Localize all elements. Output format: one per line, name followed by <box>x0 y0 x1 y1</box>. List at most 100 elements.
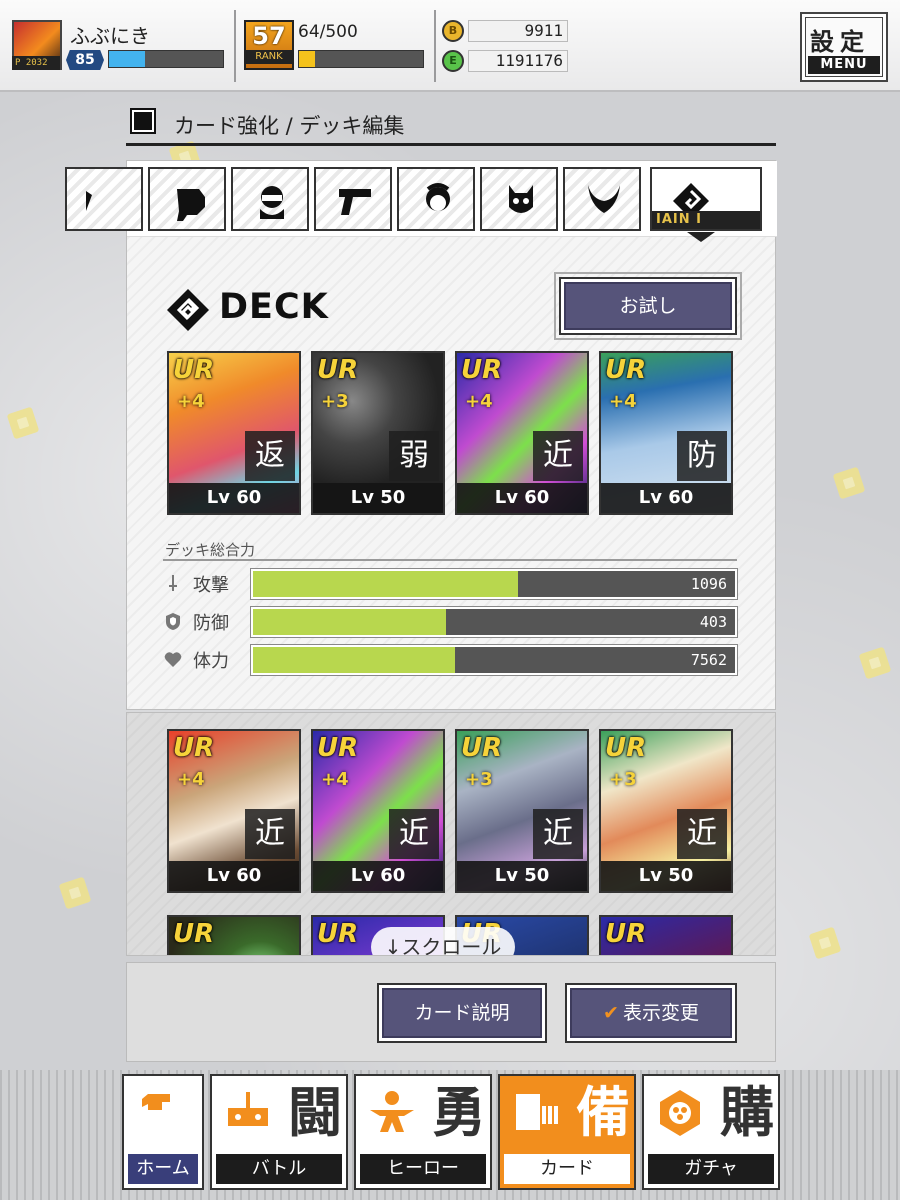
nav-hero[interactable]: 勇ヒーロー <box>354 1074 492 1190</box>
b-coin-icon: B <box>442 20 464 42</box>
sword-icon <box>169 575 177 591</box>
card-rarity: UR <box>317 733 359 763</box>
stat-value: 1096 <box>690 575 727 593</box>
card-type: 近 <box>533 809 583 859</box>
deck-title: DECK <box>219 287 329 327</box>
card-rarity: UR <box>173 355 215 385</box>
card-rarity: UR <box>317 919 359 949</box>
card-plus: +4 <box>177 769 205 790</box>
stat-bar: 7562 <box>250 644 738 676</box>
card-plus: +3 <box>465 769 493 790</box>
card-plus: +3 <box>321 391 349 412</box>
tab-demon-face[interactable] <box>480 167 558 231</box>
deck-logo-icon <box>167 289 209 331</box>
change-view-button[interactable]: ✔ 表示変更 <box>565 983 737 1043</box>
hero-icon <box>370 1091 414 1132</box>
divider <box>163 559 737 561</box>
nav-home[interactable]: ホーム <box>122 1074 204 1190</box>
card-rarity: UR <box>173 919 215 949</box>
card-tile[interactable]: UR +3 近 Lv 50 <box>455 729 589 893</box>
card-rarity: UR <box>605 919 647 949</box>
tab-label: IAIN I <box>652 211 760 229</box>
card-plus: +4 <box>465 391 493 412</box>
tab-gun[interactable] <box>314 167 392 231</box>
card-tile[interactable]: UR +4 近 Lv 60 <box>311 729 445 893</box>
currency-e-amount: 1191176 <box>468 50 568 72</box>
page-title-bar: カード強化 / デッキ編集 <box>126 104 776 146</box>
masked-face-icon <box>260 186 284 219</box>
fist-icon <box>177 189 205 221</box>
stamina-bar-fill <box>299 51 315 67</box>
avatar[interactable]: P 2032 <box>12 20 62 70</box>
gun-icon <box>339 189 371 215</box>
menu-label: MENU <box>808 56 880 74</box>
card-list[interactable]: UR +4 近 Lv 60 UR +4 近 Lv 60 UR +3 近 Lv 50 UR +3 近 Lv 50… <box>126 712 776 956</box>
card-level: Lv 60 <box>169 483 299 513</box>
card-rarity: UR <box>317 355 359 385</box>
card-tile[interactable]: UR +4 防 Lv 60 <box>599 351 733 515</box>
stat-bar-fill <box>253 609 446 635</box>
stat-value: 7562 <box>690 651 727 669</box>
e-coin-icon: E <box>442 50 464 72</box>
card-type: 近 <box>389 809 439 859</box>
nav-kanji: 購 <box>720 1081 774 1144</box>
card-level: Lv 50 <box>313 483 443 513</box>
nav-kanji: 闘 <box>288 1081 342 1144</box>
stat-value: 403 <box>699 613 727 631</box>
card-tile[interactable]: UR +4 近 Lv 60 <box>455 351 589 515</box>
nav-label: ヒーロー <box>360 1154 486 1184</box>
card-level: Lv 60 <box>457 483 587 513</box>
gacha-icon <box>660 1090 700 1136</box>
card-tile[interactable]: UR +3 近 Lv 50 <box>599 729 733 893</box>
stats-title: デッキ総合力 <box>165 541 256 559</box>
tab-horned-mask[interactable] <box>563 167 641 231</box>
tab-deck-logo[interactable]: IAIN I <box>650 167 762 231</box>
nav-gacha[interactable]: 購ガチャ <box>642 1074 780 1190</box>
divider <box>434 10 436 82</box>
tab-fist[interactable] <box>148 167 226 231</box>
nav-label: カード <box>504 1154 630 1184</box>
status-bar: P 2032 ふぶにき 85 57 RANK 64/500 B 9911 E 1… <box>0 0 900 92</box>
card-level: Lv 60 <box>601 483 731 513</box>
settings-menu-button[interactable]: 設定 MENU <box>800 12 888 82</box>
girl-face-icon <box>426 183 450 211</box>
tab-masked-face[interactable] <box>231 167 309 231</box>
card-description-button[interactable]: カード説明 <box>377 983 547 1043</box>
nav-kanji: 勇 <box>432 1081 486 1144</box>
avatar-badge: P 2032 <box>12 56 60 70</box>
stat-row-sword: 攻撃 1096 <box>163 568 739 600</box>
stat-label: 防御 <box>193 613 229 634</box>
nav-battle[interactable]: 闘バトル <box>210 1074 348 1190</box>
card-tile[interactable]: UR +4 近 Lv 60 <box>167 729 301 893</box>
settings-label: 設定 <box>810 28 870 56</box>
exp-bar <box>108 50 224 68</box>
change-view-label: 表示変更 <box>622 1002 699 1024</box>
nav-label: ホーム <box>128 1154 198 1184</box>
try-button[interactable]: お試し <box>554 272 742 340</box>
card-rarity: UR <box>461 733 503 763</box>
card-tile[interactable]: UR <box>167 915 301 955</box>
card-plus: +3 <box>609 769 637 790</box>
attribute-tabs: IAIN I <box>65 161 777 237</box>
tab-partial-tab[interactable] <box>65 167 143 231</box>
action-bar: カード説明 ✔ 表示変更 <box>126 962 776 1062</box>
card-tile[interactable]: UR +3 弱 Lv 50 <box>311 351 445 515</box>
stat-bar: 1096 <box>250 568 738 600</box>
card-type: 近 <box>677 809 727 859</box>
home-icon <box>142 1094 170 1110</box>
heart-icon <box>164 652 182 667</box>
username: ふぶにき <box>70 24 150 48</box>
card-tile[interactable]: UR <box>599 915 733 955</box>
card-type: 近 <box>245 809 295 859</box>
exp-bar-fill <box>109 51 146 67</box>
nav-card[interactable]: 備カード <box>498 1074 636 1190</box>
card-type: 防 <box>677 431 727 481</box>
card-tile[interactable]: UR +4 返 Lv 60 <box>167 351 301 515</box>
tab-girl-face[interactable] <box>397 167 475 231</box>
card-level: Lv 60 <box>169 861 299 891</box>
card-rarity: UR <box>173 733 215 763</box>
rank-number: 57 <box>252 22 286 50</box>
card-type: 近 <box>533 431 583 481</box>
stat-row-heart: 体力 7562 <box>163 644 739 676</box>
scroll-hint: ↓スクロール <box>371 927 515 955</box>
